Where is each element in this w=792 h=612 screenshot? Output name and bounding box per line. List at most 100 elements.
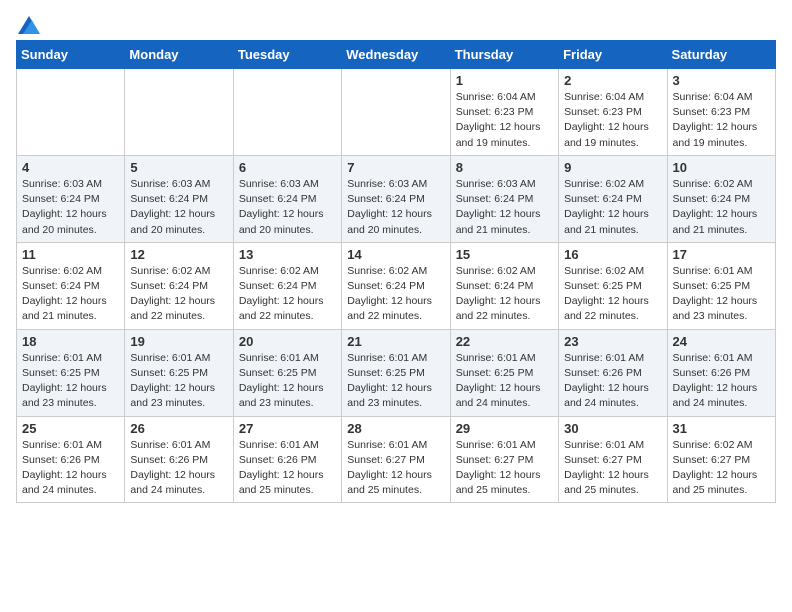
day-number: 24 bbox=[673, 334, 770, 349]
day-info: Sunrise: 6:03 AM Sunset: 6:24 PM Dayligh… bbox=[456, 177, 553, 238]
calendar-day-cell: 13 Sunrise: 6:02 AM Sunset: 6:24 PM Dayli… bbox=[233, 242, 341, 329]
day-info: Sunrise: 6:03 AM Sunset: 6:24 PM Dayligh… bbox=[347, 177, 444, 238]
day-number: 10 bbox=[673, 160, 770, 175]
day-number: 30 bbox=[564, 421, 661, 436]
day-number: 22 bbox=[456, 334, 553, 349]
calendar-day-cell: 22 Sunrise: 6:01 AM Sunset: 6:25 PM Dayli… bbox=[450, 329, 558, 416]
calendar-week-row: 11 Sunrise: 6:02 AM Sunset: 6:24 PM Dayli… bbox=[17, 242, 776, 329]
day-info: Sunrise: 6:02 AM Sunset: 6:24 PM Dayligh… bbox=[347, 264, 444, 325]
calendar-day-cell: 28 Sunrise: 6:01 AM Sunset: 6:27 PM Dayli… bbox=[342, 416, 450, 503]
day-number: 31 bbox=[673, 421, 770, 436]
day-of-week-header: Sunday bbox=[17, 41, 125, 69]
day-of-week-header: Saturday bbox=[667, 41, 775, 69]
calendar-day-cell: 5 Sunrise: 6:03 AM Sunset: 6:24 PM Daylig… bbox=[125, 155, 233, 242]
calendar-day-cell: 31Sunrise: 6:02 AM Sunset: 6:27 PM Dayli… bbox=[667, 416, 775, 503]
day-number: 20 bbox=[239, 334, 336, 349]
day-number: 13 bbox=[239, 247, 336, 262]
calendar-day-cell: 18 Sunrise: 6:01 AM Sunset: 6:25 PM Dayli… bbox=[17, 329, 125, 416]
day-info: Sunrise: 6:02 AM Sunset: 6:24 PM Dayligh… bbox=[130, 264, 227, 325]
day-number: 28 bbox=[347, 421, 444, 436]
calendar-day-cell: 4 Sunrise: 6:03 AM Sunset: 6:24 PM Daylig… bbox=[17, 155, 125, 242]
day-number: 8 bbox=[456, 160, 553, 175]
calendar-day-cell: 9 Sunrise: 6:02 AM Sunset: 6:24 PM Daylig… bbox=[559, 155, 667, 242]
day-number: 6 bbox=[239, 160, 336, 175]
day-number: 25 bbox=[22, 421, 119, 436]
day-info: Sunrise: 6:02 AM Sunset: 6:24 PM Dayligh… bbox=[673, 177, 770, 238]
day-number: 27 bbox=[239, 421, 336, 436]
day-number: 9 bbox=[564, 160, 661, 175]
day-info: Sunrise: 6:03 AM Sunset: 6:24 PM Dayligh… bbox=[239, 177, 336, 238]
day-of-week-header: Wednesday bbox=[342, 41, 450, 69]
day-number: 21 bbox=[347, 334, 444, 349]
day-info: Sunrise: 6:01 AM Sunset: 6:25 PM Dayligh… bbox=[22, 351, 119, 412]
calendar-header-row: SundayMondayTuesdayWednesdayThursdayFrid… bbox=[17, 41, 776, 69]
calendar-day-cell: 30 Sunrise: 6:01 AM Sunset: 6:27 PM Dayli… bbox=[559, 416, 667, 503]
day-info: Sunrise: 6:04 AM Sunset: 6:23 PM Dayligh… bbox=[564, 90, 661, 151]
calendar-day-cell: 25 Sunrise: 6:01 AM Sunset: 6:26 PM Dayli… bbox=[17, 416, 125, 503]
day-number: 2 bbox=[564, 73, 661, 88]
day-of-week-header: Thursday bbox=[450, 41, 558, 69]
day-number: 18 bbox=[22, 334, 119, 349]
calendar-day-cell: 14 Sunrise: 6:02 AM Sunset: 6:24 PM Dayli… bbox=[342, 242, 450, 329]
day-number: 12 bbox=[130, 247, 227, 262]
calendar-week-row: 25 Sunrise: 6:01 AM Sunset: 6:26 PM Dayli… bbox=[17, 416, 776, 503]
calendar-day-cell: 3Sunrise: 6:04 AM Sunset: 6:23 PM Daylig… bbox=[667, 69, 775, 156]
calendar-day-cell: 23Sunrise: 6:01 AM Sunset: 6:26 PM Dayli… bbox=[559, 329, 667, 416]
day-info: Sunrise: 6:03 AM Sunset: 6:24 PM Dayligh… bbox=[130, 177, 227, 238]
calendar-day-cell: 16Sunrise: 6:02 AM Sunset: 6:25 PM Dayli… bbox=[559, 242, 667, 329]
calendar-day-cell bbox=[342, 69, 450, 156]
day-of-week-header: Friday bbox=[559, 41, 667, 69]
day-info: Sunrise: 6:02 AM Sunset: 6:24 PM Dayligh… bbox=[456, 264, 553, 325]
day-info: Sunrise: 6:01 AM Sunset: 6:27 PM Dayligh… bbox=[347, 438, 444, 499]
day-number: 16 bbox=[564, 247, 661, 262]
logo-icon bbox=[18, 16, 40, 34]
calendar-day-cell: 8 Sunrise: 6:03 AM Sunset: 6:24 PM Daylig… bbox=[450, 155, 558, 242]
day-info: Sunrise: 6:01 AM Sunset: 6:26 PM Dayligh… bbox=[22, 438, 119, 499]
calendar-week-row: 4 Sunrise: 6:03 AM Sunset: 6:24 PM Daylig… bbox=[17, 155, 776, 242]
day-info: Sunrise: 6:01 AM Sunset: 6:25 PM Dayligh… bbox=[456, 351, 553, 412]
day-info: Sunrise: 6:01 AM Sunset: 6:26 PM Dayligh… bbox=[564, 351, 661, 412]
calendar-day-cell bbox=[125, 69, 233, 156]
calendar-day-cell: 1 Sunrise: 6:04 AM Sunset: 6:23 PM Daylig… bbox=[450, 69, 558, 156]
day-number: 29 bbox=[456, 421, 553, 436]
day-number: 26 bbox=[130, 421, 227, 436]
day-number: 17 bbox=[673, 247, 770, 262]
day-number: 5 bbox=[130, 160, 227, 175]
calendar-day-cell: 11Sunrise: 6:02 AM Sunset: 6:24 PM Dayli… bbox=[17, 242, 125, 329]
day-number: 11 bbox=[22, 247, 119, 262]
day-number: 4 bbox=[22, 160, 119, 175]
calendar-day-cell: 27Sunrise: 6:01 AM Sunset: 6:26 PM Dayli… bbox=[233, 416, 341, 503]
calendar-day-cell: 26 Sunrise: 6:01 AM Sunset: 6:26 PM Dayli… bbox=[125, 416, 233, 503]
calendar-day-cell bbox=[233, 69, 341, 156]
day-info: Sunrise: 6:01 AM Sunset: 6:25 PM Dayligh… bbox=[239, 351, 336, 412]
calendar-day-cell: 17 Sunrise: 6:01 AM Sunset: 6:25 PM Dayli… bbox=[667, 242, 775, 329]
day-number: 14 bbox=[347, 247, 444, 262]
day-info: Sunrise: 6:01 AM Sunset: 6:25 PM Dayligh… bbox=[673, 264, 770, 325]
day-info: Sunrise: 6:02 AM Sunset: 6:24 PM Dayligh… bbox=[564, 177, 661, 238]
calendar-day-cell: 6 Sunrise: 6:03 AM Sunset: 6:24 PM Daylig… bbox=[233, 155, 341, 242]
calendar-day-cell: 12 Sunrise: 6:02 AM Sunset: 6:24 PM Dayli… bbox=[125, 242, 233, 329]
calendar-day-cell: 20 Sunrise: 6:01 AM Sunset: 6:25 PM Dayli… bbox=[233, 329, 341, 416]
day-info: Sunrise: 6:01 AM Sunset: 6:27 PM Dayligh… bbox=[564, 438, 661, 499]
calendar-day-cell: 29Sunrise: 6:01 AM Sunset: 6:27 PM Dayli… bbox=[450, 416, 558, 503]
calendar-day-cell bbox=[17, 69, 125, 156]
day-info: Sunrise: 6:04 AM Sunset: 6:23 PM Dayligh… bbox=[673, 90, 770, 151]
calendar-day-cell: 24Sunrise: 6:01 AM Sunset: 6:26 PM Dayli… bbox=[667, 329, 775, 416]
day-number: 1 bbox=[456, 73, 553, 88]
day-info: Sunrise: 6:04 AM Sunset: 6:23 PM Dayligh… bbox=[456, 90, 553, 151]
calendar-day-cell: 2 Sunrise: 6:04 AM Sunset: 6:23 PM Daylig… bbox=[559, 69, 667, 156]
calendar-day-cell: 19 Sunrise: 6:01 AM Sunset: 6:25 PM Dayli… bbox=[125, 329, 233, 416]
day-of-week-header: Tuesday bbox=[233, 41, 341, 69]
day-info: Sunrise: 6:01 AM Sunset: 6:26 PM Dayligh… bbox=[130, 438, 227, 499]
calendar-day-cell: 15 Sunrise: 6:02 AM Sunset: 6:24 PM Dayli… bbox=[450, 242, 558, 329]
day-info: Sunrise: 6:01 AM Sunset: 6:25 PM Dayligh… bbox=[347, 351, 444, 412]
day-info: Sunrise: 6:01 AM Sunset: 6:25 PM Dayligh… bbox=[130, 351, 227, 412]
day-of-week-header: Monday bbox=[125, 41, 233, 69]
day-info: Sunrise: 6:03 AM Sunset: 6:24 PM Dayligh… bbox=[22, 177, 119, 238]
day-number: 15 bbox=[456, 247, 553, 262]
calendar: SundayMondayTuesdayWednesdayThursdayFrid… bbox=[16, 40, 776, 503]
calendar-day-cell: 10 Sunrise: 6:02 AM Sunset: 6:24 PM Dayli… bbox=[667, 155, 775, 242]
calendar-day-cell: 21 Sunrise: 6:01 AM Sunset: 6:25 PM Dayli… bbox=[342, 329, 450, 416]
day-info: Sunrise: 6:02 AM Sunset: 6:24 PM Dayligh… bbox=[239, 264, 336, 325]
day-number: 19 bbox=[130, 334, 227, 349]
